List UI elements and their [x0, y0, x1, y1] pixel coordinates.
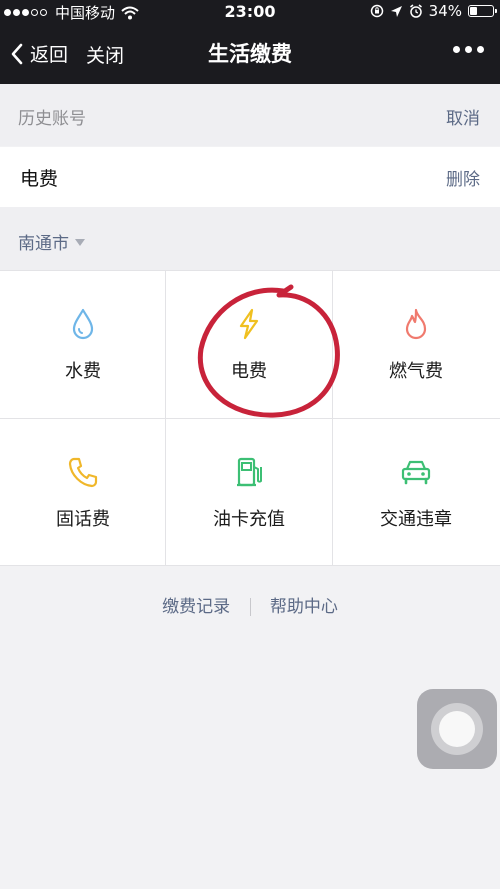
history-accounts-header: 历史账号 取消 — [0, 84, 500, 146]
service-label: 固话费 — [56, 509, 110, 530]
footer-links: 缴费记录 帮助中心 — [0, 592, 500, 617]
service-gas[interactable]: 燃气费 — [333, 271, 499, 418]
more-options-button[interactable] — [453, 46, 484, 53]
services-grid: 水费 电费 燃气费 固话费 油卡充值 交通违章 — [0, 270, 500, 566]
service-label: 水费 — [65, 361, 101, 382]
car-icon — [401, 460, 431, 485]
service-traffic-violation[interactable]: 交通违章 — [333, 419, 499, 566]
location-arrow-icon — [390, 5, 402, 17]
payment-records-link[interactable]: 缴费记录 — [162, 597, 230, 617]
service-label: 交通违章 — [380, 509, 452, 530]
dropdown-caret-icon — [75, 239, 85, 246]
gas-pump-icon — [237, 457, 262, 487]
lightning-icon — [239, 308, 259, 340]
page-title: 生活缴费 — [208, 42, 292, 66]
service-landline[interactable]: 固话费 — [0, 419, 166, 566]
water-drop-icon — [72, 308, 94, 340]
status-bar: 中国移动 23:00 34% — [0, 0, 500, 24]
service-label: 油卡充值 — [213, 509, 285, 530]
battery-icon — [468, 5, 497, 17]
saved-account-label: 电费 — [20, 168, 59, 190]
rotation-lock-icon — [370, 4, 383, 18]
more-dot — [465, 46, 472, 53]
service-label: 燃气费 — [389, 361, 443, 382]
top-bar: 中国移动 23:00 34% 返回 关闭 生活缴费 — [0, 0, 500, 84]
more-dot — [453, 46, 460, 53]
assistive-touch-button[interactable] — [417, 689, 497, 769]
more-dot — [477, 46, 484, 53]
assistive-touch-center — [439, 711, 475, 747]
alarm-icon — [409, 4, 422, 18]
city-selector[interactable]: 南通市 — [18, 229, 85, 254]
help-center-link[interactable]: 帮助中心 — [270, 597, 338, 617]
service-water[interactable]: 水费 — [0, 271, 166, 418]
city-row: 南通市 — [0, 207, 500, 270]
service-electricity[interactable]: 电费 — [166, 271, 332, 418]
phone-icon — [68, 457, 98, 488]
history-accounts-label: 历史账号 — [18, 109, 86, 129]
battery-percent: 34% — [428, 2, 462, 20]
service-label: 电费 — [231, 361, 267, 382]
navigation-bar: 返回 关闭 生活缴费 — [0, 24, 500, 84]
link-separator — [249, 598, 251, 616]
flame-icon — [405, 308, 427, 340]
delete-button[interactable]: 删除 — [446, 165, 480, 190]
city-name: 南通市 — [18, 234, 69, 254]
saved-account-row[interactable]: 电费 删除 — [0, 147, 500, 207]
cancel-button[interactable]: 取消 — [446, 104, 480, 129]
service-fuel-card[interactable]: 油卡充值 — [166, 419, 332, 566]
